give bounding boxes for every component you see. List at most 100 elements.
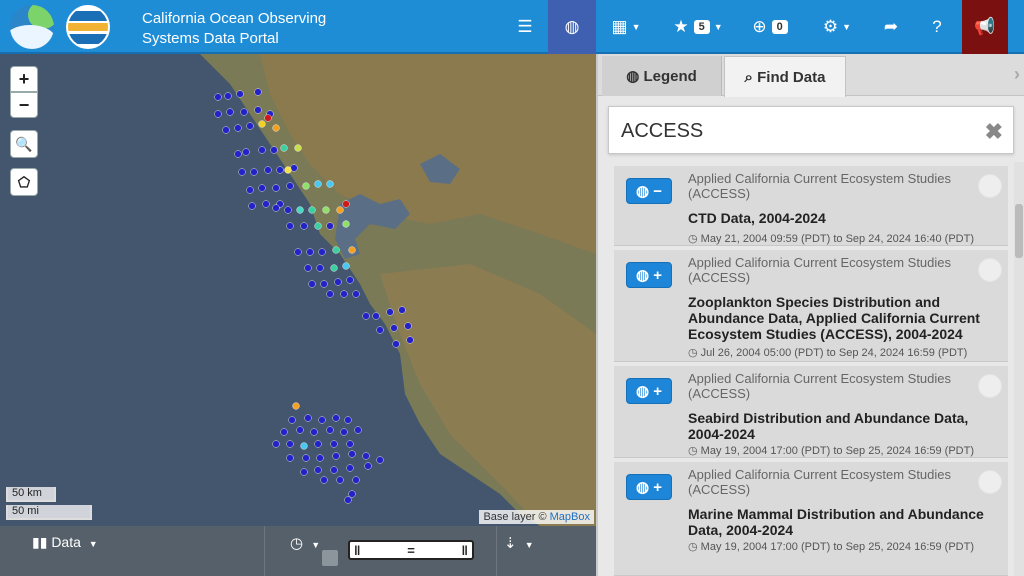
time-menu-button[interactable]: ◷ ▼	[290, 534, 320, 552]
zoom-out-button[interactable]: −	[10, 92, 38, 118]
scrollbar-thumb[interactable]	[1015, 204, 1023, 258]
station-marker[interactable]	[332, 414, 340, 422]
station-marker[interactable]	[326, 290, 334, 298]
station-marker[interactable]	[330, 466, 338, 474]
tab-legend[interactable]: ◍ Legend	[602, 56, 722, 96]
station-marker[interactable]	[346, 440, 354, 448]
station-marker[interactable]	[320, 280, 328, 288]
cencoos-logo[interactable]	[10, 5, 54, 49]
draw-polygon-button[interactable]: ⬠	[10, 168, 38, 196]
results-list[interactable]: ◍ − Applied California Current Ecosystem …	[598, 162, 1012, 576]
slider-left-handle[interactable]: ‖	[354, 543, 360, 558]
station-marker[interactable]	[280, 144, 288, 152]
station-marker[interactable]	[326, 222, 334, 230]
station-marker[interactable]	[290, 164, 298, 172]
station-marker[interactable]	[272, 204, 280, 212]
station-marker[interactable]	[242, 148, 250, 156]
station-marker[interactable]	[296, 206, 304, 214]
station-marker[interactable]	[254, 88, 262, 96]
add-layer-button[interactable]: ◍ +	[626, 262, 672, 288]
station-marker[interactable]	[336, 206, 344, 214]
station-marker[interactable]	[352, 290, 360, 298]
slider-center-handle[interactable]: =	[407, 543, 415, 558]
station-marker[interactable]	[314, 466, 322, 474]
station-marker[interactable]	[238, 168, 246, 176]
station-marker[interactable]	[306, 248, 314, 256]
mapbox-link[interactable]: MapBox	[550, 511, 590, 523]
downloads-button[interactable]: ⊕ 0	[742, 0, 798, 54]
data-menu-button[interactable]: ▮▮ Data ▼	[32, 534, 98, 551]
station-marker[interactable]	[264, 114, 272, 122]
station-marker[interactable]	[262, 200, 270, 208]
station-marker[interactable]	[342, 220, 350, 228]
station-marker[interactable]	[314, 180, 322, 188]
station-marker[interactable]	[236, 90, 244, 98]
station-marker[interactable]	[334, 278, 342, 286]
station-marker[interactable]	[362, 452, 370, 460]
station-marker[interactable]	[248, 202, 256, 210]
chevron-right-icon[interactable]: ›	[1014, 64, 1020, 85]
station-marker[interactable]	[302, 182, 310, 190]
result-title[interactable]: Zooplankton Species Distribution and Abu…	[688, 294, 1006, 342]
search-input[interactable]	[621, 116, 961, 146]
station-marker[interactable]	[302, 454, 310, 462]
map-canvas[interactable]	[0, 54, 596, 526]
station-marker[interactable]	[330, 264, 338, 272]
station-marker[interactable]	[286, 222, 294, 230]
station-marker[interactable]	[258, 120, 266, 128]
station-marker[interactable]	[322, 206, 330, 214]
station-marker[interactable]	[364, 462, 372, 470]
station-marker[interactable]	[224, 92, 232, 100]
station-marker[interactable]	[318, 248, 326, 256]
station-marker[interactable]	[310, 428, 318, 436]
station-marker[interactable]	[272, 184, 280, 192]
zoom-in-button[interactable]: +	[10, 66, 38, 92]
share-button[interactable]: ➦	[870, 0, 912, 54]
station-marker[interactable]	[340, 290, 348, 298]
station-marker[interactable]	[272, 124, 280, 132]
result-card[interactable]: ◍ + Applied California Current Ecosystem …	[614, 366, 1008, 458]
favorites-button[interactable]: ★ 5 ▼	[660, 0, 736, 54]
station-marker[interactable]	[294, 248, 302, 256]
station-marker[interactable]	[326, 180, 334, 188]
station-marker[interactable]	[258, 184, 266, 192]
station-marker[interactable]	[348, 246, 356, 254]
station-marker[interactable]	[340, 428, 348, 436]
result-title[interactable]: Seabird Distribution and Abundance Data,…	[688, 410, 1006, 442]
result-title[interactable]: Marine Mammal Distribution and Abundance…	[688, 506, 1006, 538]
station-marker[interactable]	[376, 326, 384, 334]
station-marker[interactable]	[314, 222, 322, 230]
station-marker[interactable]	[300, 468, 308, 476]
add-layer-button[interactable]: ◍ +	[626, 474, 672, 500]
station-marker[interactable]	[342, 262, 350, 270]
station-marker[interactable]	[308, 280, 316, 288]
station-marker[interactable]	[320, 476, 328, 484]
remove-layer-button[interactable]: ◍ −	[626, 178, 672, 204]
station-marker[interactable]	[240, 108, 248, 116]
station-marker[interactable]	[286, 440, 294, 448]
add-layer-button[interactable]: ◍ +	[626, 378, 672, 404]
station-marker[interactable]	[330, 440, 338, 448]
sccoos-logo[interactable]	[66, 5, 110, 49]
globe-icon[interactable]	[978, 374, 1002, 398]
station-marker[interactable]	[294, 144, 302, 152]
station-marker[interactable]	[286, 182, 294, 190]
station-marker[interactable]	[386, 308, 394, 316]
globe-icon[interactable]	[978, 470, 1002, 494]
station-marker[interactable]	[346, 276, 354, 284]
station-marker[interactable]	[326, 426, 334, 434]
result-title[interactable]: CTD Data, 2004-2024	[688, 210, 1006, 226]
station-marker[interactable]	[304, 264, 312, 272]
zoom-box-button[interactable]: 🔍	[10, 130, 38, 158]
station-marker[interactable]	[376, 456, 384, 464]
results-scrollbar[interactable]	[1014, 162, 1024, 576]
station-marker[interactable]	[246, 122, 254, 130]
station-marker[interactable]	[352, 476, 360, 484]
clear-search-icon[interactable]: ✖	[985, 119, 1003, 145]
station-marker[interactable]	[300, 442, 308, 450]
station-marker[interactable]	[214, 93, 222, 101]
station-marker[interactable]	[372, 312, 380, 320]
station-marker[interactable]	[284, 206, 292, 214]
station-marker[interactable]	[250, 168, 258, 176]
station-marker[interactable]	[316, 454, 324, 462]
